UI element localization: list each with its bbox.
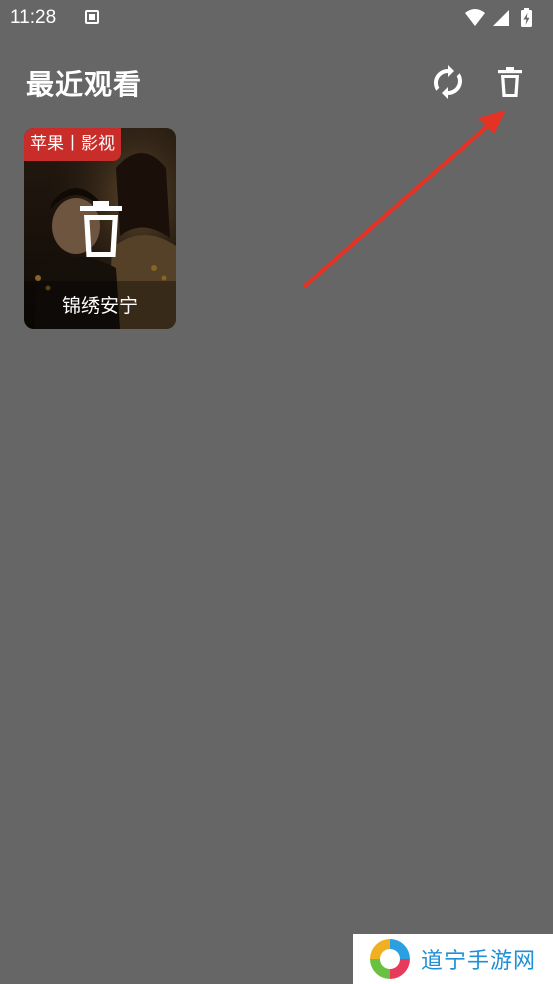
status-bar: 11:28 — [0, 0, 553, 38]
signal-icon — [493, 10, 509, 26]
watermark: 道宁手游网 — [353, 934, 553, 984]
card-title: 锦绣安宁 — [61, 295, 138, 317]
a-box-icon — [85, 10, 99, 24]
screen: 11:28 最近观看 苹果丨影视 锦绣安宁 道宁手游网 — [0, 0, 553, 984]
page-title: 最近观看 — [26, 68, 143, 101]
status-icons — [465, 8, 532, 27]
trash-icon[interactable] — [78, 200, 124, 258]
watermark-text: 道宁手游网 — [421, 949, 537, 974]
refresh-icon — [434, 65, 462, 99]
refresh-button[interactable] — [428, 62, 468, 102]
status-time: 11:28 — [10, 7, 57, 28]
wifi-icon — [465, 9, 485, 26]
source-badge: 苹果丨影视 — [24, 128, 121, 161]
history-card[interactable]: 苹果丨影视 锦绣安宁 — [24, 128, 176, 329]
trash-icon — [498, 67, 522, 97]
watermark-logo-icon — [369, 938, 411, 980]
battery-charging-icon — [521, 8, 532, 27]
delete-button[interactable] — [490, 62, 530, 102]
